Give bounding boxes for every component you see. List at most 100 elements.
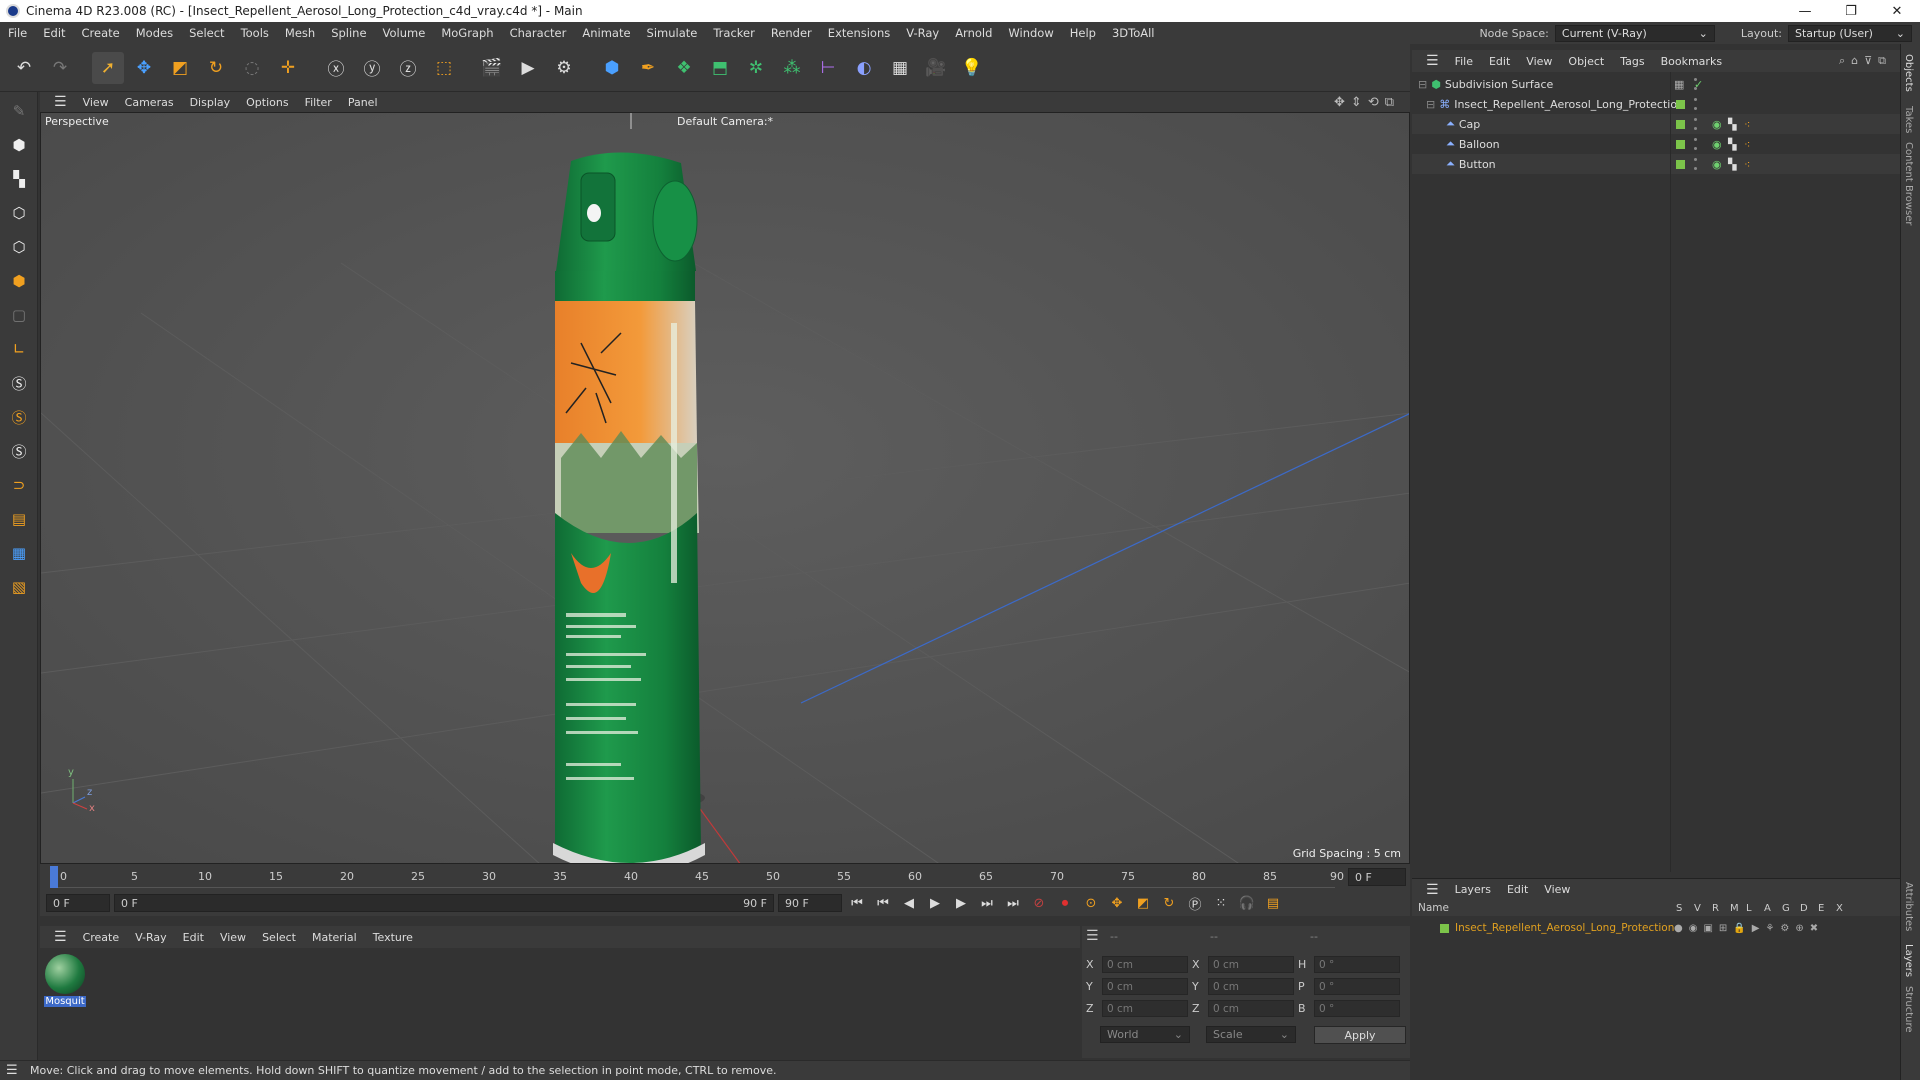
extrude-icon[interactable]: ⬒	[704, 52, 736, 84]
side-tab-layers[interactable]: Layers	[1903, 944, 1914, 977]
render-settings-icon[interactable]: ⚙	[548, 52, 580, 84]
layer-color-swatch[interactable]	[1676, 140, 1685, 149]
snap-icon[interactable]: Ⓢ	[4, 368, 34, 398]
redo-icon[interactable]: ↷	[44, 52, 76, 84]
close-button[interactable]: ✕	[1874, 0, 1920, 22]
menu-extensions[interactable]: Extensions	[820, 26, 898, 40]
side-tab-attributes[interactable]: Attributes	[1903, 882, 1914, 931]
keyframe-selection-icon[interactable]: ⊙	[1080, 892, 1102, 914]
uv-mode-icon[interactable]: ▢	[4, 300, 34, 330]
layers-menu-layers[interactable]: Layers	[1447, 883, 1499, 896]
frame-range-slider[interactable]: 0 F 90 F	[114, 894, 774, 912]
menu-mograph[interactable]: MoGraph	[433, 26, 501, 40]
menu-volume[interactable]: Volume	[375, 26, 434, 40]
visibility-dots[interactable]	[1688, 158, 1698, 170]
spline-pen-icon[interactable]: ✒	[632, 52, 664, 84]
layers-col-s[interactable]: S	[1676, 903, 1682, 914]
material-menu-view[interactable]: View	[212, 931, 254, 944]
collapse-icon[interactable]: ⊟	[1426, 98, 1435, 111]
timeline-icon[interactable]: ▤	[1262, 892, 1284, 914]
phong-tag-icon[interactable]: ◉	[1712, 118, 1722, 131]
viewport-menu-filter[interactable]: Filter	[297, 96, 340, 109]
scale-key-icon[interactable]: ◩	[1132, 892, 1154, 914]
object-row[interactable]: ⏶ Balloon ◉ ▚ ⁖	[1412, 134, 1900, 154]
timeline-ruler[interactable]: 0 5 10 15 20 25 30 35 40 45 50 55 60 65 …	[40, 864, 1410, 890]
layer-color-swatch[interactable]	[1676, 100, 1685, 109]
fracture-icon[interactable]: ⁂	[776, 52, 808, 84]
snap-settings-icon[interactable]: Ⓢ	[4, 402, 34, 432]
cube-icon[interactable]: ⬢	[596, 52, 628, 84]
undo-icon[interactable]: ↶	[8, 52, 40, 84]
layers-col-g[interactable]: G	[1782, 903, 1790, 914]
render-view-icon[interactable]: ▶	[512, 52, 544, 84]
menu-select[interactable]: Select	[181, 26, 232, 40]
layers-col-r[interactable]: R	[1712, 903, 1719, 914]
phong-tag-icon[interactable]: ◉	[1712, 158, 1722, 171]
object-row[interactable]: ⏶ Button ◉ ▚ ⁖	[1412, 154, 1900, 174]
side-tab-takes[interactable]: Takes	[1903, 106, 1914, 133]
end-frame-field[interactable]: 90 F	[778, 894, 842, 912]
field-icon[interactable]: ◐	[848, 52, 880, 84]
size-y-field[interactable]: 0 cm	[1208, 978, 1294, 995]
menu-tracker[interactable]: Tracker	[705, 26, 763, 40]
menu-mesh[interactable]: Mesh	[277, 26, 323, 40]
menu-vray[interactable]: V-Ray	[898, 26, 947, 40]
edges-mode-icon[interactable]: ⬡	[4, 232, 34, 262]
aerosol-can-model[interactable]	[553, 152, 705, 864]
menu-modes[interactable]: Modes	[128, 26, 181, 40]
hamburger-icon[interactable]: ☰	[1086, 928, 1099, 944]
menu-animate[interactable]: Animate	[574, 26, 638, 40]
menu-window[interactable]: Window	[1000, 26, 1061, 40]
object-row[interactable]: ⊟ ⌘ Insect_Repellent_Aerosol_Long_Protec…	[1412, 94, 1900, 114]
visibility-dots[interactable]	[1688, 118, 1698, 130]
previous-key-icon[interactable]: ⏮	[872, 892, 894, 914]
viewport-menu-panel[interactable]: Panel	[340, 96, 386, 109]
select-tool-icon[interactable]: ➚	[92, 51, 124, 84]
collapse-icon[interactable]: ⊟	[1418, 78, 1427, 91]
floor-icon[interactable]: ▦	[884, 52, 916, 84]
x-axis-lock-icon[interactable]: ⓧ	[320, 52, 352, 84]
motion-path-icon[interactable]: 🎧	[1236, 892, 1258, 914]
size-z-field[interactable]: 0 cm	[1208, 1000, 1294, 1017]
layers-col-m[interactable]: M	[1730, 903, 1739, 914]
create-tool-icon[interactable]: ✛	[272, 52, 304, 84]
camera-icon[interactable]: 🎥	[920, 52, 952, 84]
side-tab-content-browser[interactable]: Content Browser	[1903, 142, 1914, 225]
viewport-menu-display[interactable]: Display	[182, 96, 239, 109]
menu-simulate[interactable]: Simulate	[639, 26, 706, 40]
start-frame-field[interactable]: 0 F	[46, 894, 110, 912]
menu-file[interactable]: File	[0, 26, 35, 40]
axis-mode-icon[interactable]: ∟	[4, 334, 34, 364]
layers-menu-view[interactable]: View	[1536, 883, 1578, 896]
material-menu-material[interactable]: Material	[304, 931, 365, 944]
hamburger-icon[interactable]: ☰	[6, 1063, 18, 1078]
side-tab-objects[interactable]: Objects	[1903, 54, 1914, 92]
object-row[interactable]: ⊟ ⬢ Subdivision Surface ▦ ✓	[1412, 74, 1900, 94]
deformer-icon[interactable]: ⊢	[812, 52, 844, 84]
live-select-icon[interactable]: ◌	[236, 52, 268, 84]
material-menu-edit[interactable]: Edit	[175, 931, 212, 944]
points-mode-icon[interactable]: ⬡	[4, 198, 34, 228]
hamburger-icon[interactable]: ☰	[1418, 882, 1447, 898]
side-tab-structure[interactable]: Structure	[1903, 986, 1914, 1033]
layer-color-swatch[interactable]	[1440, 923, 1449, 933]
mograph-cloner-icon[interactable]: ✲	[740, 52, 772, 84]
record-disabled-icon[interactable]: ⊘	[1028, 892, 1050, 914]
layers-menu-edit[interactable]: Edit	[1499, 883, 1536, 896]
material-tag-icon[interactable]: ⁖	[1744, 138, 1750, 151]
menu-spline[interactable]: Spline	[323, 26, 374, 40]
layers-col-l[interactable]: L	[1746, 903, 1752, 914]
layers-col-e[interactable]: E	[1818, 903, 1824, 914]
rot-b-field[interactable]: 0 °	[1314, 1000, 1400, 1017]
menu-help[interactable]: Help	[1062, 26, 1104, 40]
visibility-dots[interactable]	[1688, 138, 1698, 150]
rot-h-field[interactable]: 0 °	[1314, 956, 1400, 973]
rotation-key-icon[interactable]: ↻	[1158, 892, 1180, 914]
size-mode-dropdown[interactable]: Scale ⌄	[1206, 1026, 1296, 1043]
snap-alt-icon[interactable]: Ⓢ	[4, 436, 34, 466]
menu-character[interactable]: Character	[502, 26, 575, 40]
obj-menu-bookmarks[interactable]: Bookmarks	[1653, 55, 1730, 68]
object-manager-tools-icons[interactable]: ⌕⌂⊽⧉	[1839, 54, 1892, 68]
previous-frame-icon[interactable]: ◀	[898, 892, 920, 914]
model-mode-icon[interactable]: ⬢	[4, 130, 34, 160]
